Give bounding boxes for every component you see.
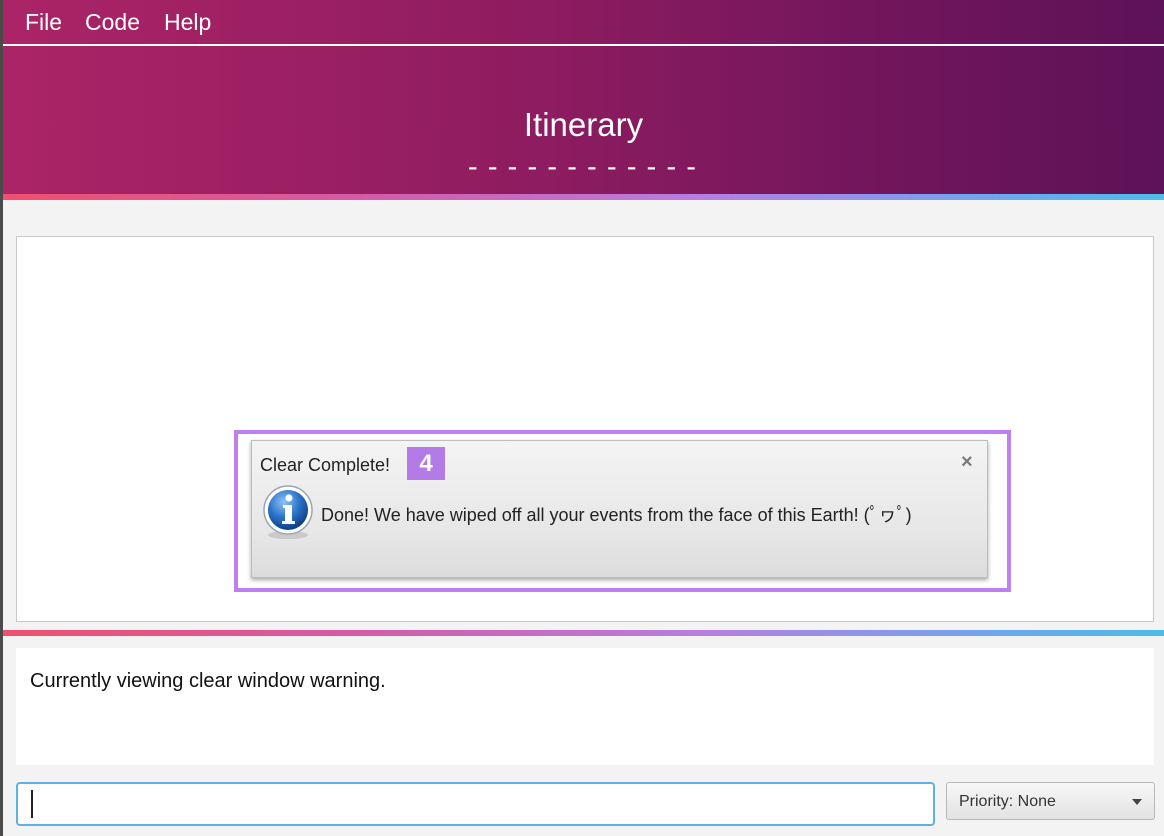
menu-file[interactable]: File (25, 9, 62, 36)
app-header: File Code Help Itinerary ------------ (3, 0, 1164, 194)
info-icon (263, 485, 313, 539)
status-message: Currently viewing clear window warning. (30, 670, 386, 692)
menu-bar: File Code Help (3, 0, 1164, 46)
notification-popup: Clear Complete! 4 × Done! We have wiped … (251, 440, 988, 578)
title-underline: ------------ (464, 150, 703, 183)
step-badge: 4 (407, 447, 445, 480)
status-area: Currently viewing clear window warning. … (3, 636, 1164, 836)
notification-title: Clear Complete! (260, 455, 391, 475)
status-box: Currently viewing clear window warning. (16, 648, 1154, 765)
priority-selected-value: Priority: None (959, 793, 1056, 810)
close-icon[interactable]: × (961, 451, 973, 474)
text-caret (31, 790, 33, 818)
command-input[interactable] (16, 782, 935, 826)
menu-help[interactable]: Help (164, 9, 211, 36)
notification-message: Done! We have wiped off all your events … (321, 505, 912, 525)
priority-dropdown[interactable]: Priority: None (946, 782, 1155, 820)
menu-code[interactable]: Code (85, 9, 140, 36)
page-title: Itinerary (523, 106, 644, 143)
chevron-down-icon (1132, 799, 1142, 805)
